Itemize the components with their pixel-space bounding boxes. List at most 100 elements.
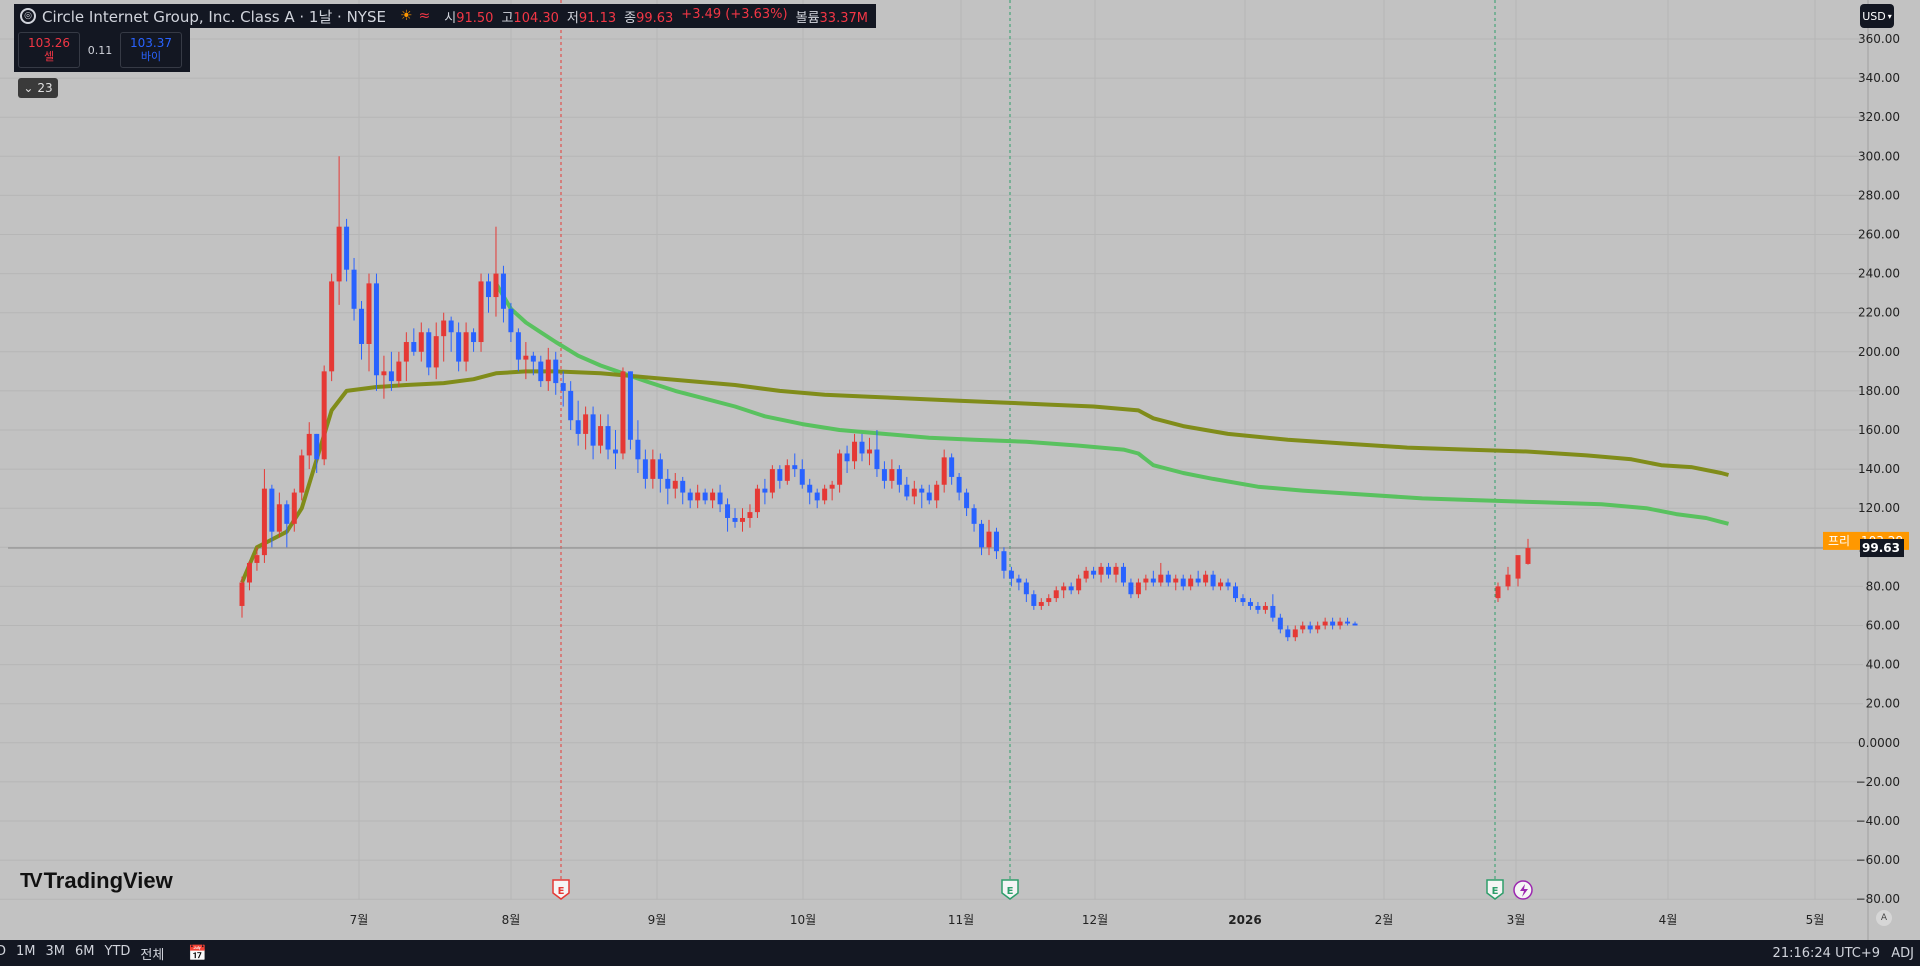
- currency-button[interactable]: USD ▾: [1860, 4, 1894, 28]
- buy-button[interactable]: 103.37 바이: [120, 32, 182, 68]
- x-axis-label: 9월: [648, 913, 667, 927]
- candle: [500, 273, 506, 309]
- range-all[interactable]: 전체: [140, 944, 164, 963]
- indicators-toggle[interactable]: ⌄ 23: [18, 78, 58, 98]
- candle: [1525, 548, 1531, 564]
- last-price-label: 99.63: [1862, 541, 1900, 555]
- candle: [261, 488, 267, 556]
- candle: [635, 439, 641, 460]
- candle: [784, 465, 790, 481]
- candle: [291, 492, 297, 524]
- symbol-header[interactable]: ◎ Circle Internet Group, Inc. Class A · …: [14, 4, 876, 28]
- candle: [919, 488, 925, 493]
- candle: [620, 371, 626, 454]
- candle: [411, 342, 417, 352]
- candle: [1120, 566, 1126, 583]
- candle: [1083, 570, 1089, 579]
- y-axis-label: 0.0000: [1858, 736, 1900, 750]
- candle: [1150, 578, 1156, 583]
- auto-scale-button[interactable]: A: [1876, 910, 1892, 926]
- candle: [1225, 582, 1231, 587]
- y-axis-label: 140.00: [1858, 462, 1900, 476]
- candle: [1203, 574, 1209, 583]
- range-1m[interactable]: 1M: [16, 944, 36, 963]
- x-axis-label: 7월: [350, 913, 369, 927]
- bottom-toolbar: D 1M 3M 6M YTD 전체 📅 21:16:24 UTC+9 ADJ: [0, 940, 1920, 966]
- candle: [269, 488, 275, 532]
- candle: [866, 449, 872, 454]
- candle: [672, 480, 678, 489]
- range-ytd[interactable]: YTD: [105, 944, 131, 963]
- candle: [896, 469, 902, 485]
- candle: [1277, 617, 1283, 630]
- range-6m[interactable]: 6M: [75, 944, 95, 963]
- candle: [1270, 605, 1276, 618]
- sell-button[interactable]: 103.26 셀: [18, 32, 80, 68]
- candle: [814, 492, 820, 501]
- candle: [314, 433, 320, 460]
- candle: [702, 492, 708, 501]
- y-axis-label: 40.00: [1866, 658, 1900, 672]
- candle: [1128, 582, 1134, 595]
- y-axis-label: 280.00: [1858, 188, 1900, 202]
- candle: [1061, 586, 1067, 591]
- candle: [254, 555, 260, 563]
- candle: [799, 469, 805, 485]
- ohlc-values: 시91.50 고104.30 저91.13 종99.63 +3.49 (+3.6…: [444, 6, 868, 26]
- candle: [680, 480, 686, 493]
- candle: [665, 478, 671, 489]
- y-axis-label: 360.00: [1858, 32, 1900, 46]
- candle: [874, 449, 880, 470]
- y-axis-label: 20.00: [1866, 697, 1900, 711]
- candle: [321, 371, 327, 460]
- candle: [1135, 582, 1141, 595]
- candle: [403, 342, 409, 362]
- indicators-count: 23: [37, 81, 53, 95]
- price-chart[interactable]: 7월 8월 9월 10월 11월 12월 2026 2월 3월 4월 5월 E E E 360.00 340.…: [0, 0, 1920, 966]
- candle: [1165, 574, 1171, 583]
- candle: [329, 281, 335, 372]
- candle: [1262, 605, 1268, 610]
- candle: [1330, 621, 1336, 626]
- candle: [1016, 578, 1022, 583]
- candle: [545, 359, 551, 382]
- candle: [1352, 623, 1358, 626]
- volume-value: 33.37M: [819, 10, 868, 26]
- candle: [1188, 578, 1194, 587]
- candle: [471, 332, 477, 343]
- range-d[interactable]: D: [0, 944, 6, 963]
- range-3m[interactable]: 3M: [46, 944, 66, 963]
- candle: [844, 453, 850, 462]
- candle: [792, 465, 798, 470]
- x-axis-label: 4월: [1659, 913, 1678, 927]
- candle: [568, 390, 574, 421]
- trade-panel: 103.26 셀 0.11 103.37 바이: [14, 28, 190, 72]
- tradingview-mark-icon: TV: [20, 869, 42, 892]
- candle: [418, 332, 424, 352]
- tradingview-logo[interactable]: TV TradingView: [20, 868, 173, 894]
- candle: [1046, 598, 1052, 603]
- candle: [381, 371, 387, 376]
- candle: [1210, 574, 1216, 587]
- candle: [1515, 555, 1521, 579]
- clock[interactable]: 21:16:24 UTC+9: [1773, 946, 1880, 961]
- candle: [1195, 578, 1201, 583]
- candle: [538, 361, 544, 382]
- y-axis-label: 240.00: [1858, 267, 1900, 281]
- open-value: 91.50: [456, 10, 494, 26]
- candle: [1038, 602, 1044, 606]
- candle: [478, 281, 484, 343]
- x-axis-label: 11월: [948, 913, 974, 927]
- candle: [448, 320, 454, 333]
- y-axis-label: 180.00: [1858, 384, 1900, 398]
- candle: [605, 426, 611, 450]
- adj-toggle[interactable]: ADJ: [1891, 946, 1914, 961]
- calendar-icon[interactable]: 📅: [188, 944, 207, 962]
- y-axis-label: −40.00: [1856, 814, 1900, 828]
- circle-logo-icon: ◎: [20, 8, 36, 24]
- candle: [1495, 586, 1501, 599]
- y-axis-label: 120.00: [1858, 501, 1900, 515]
- candle: [1233, 586, 1239, 599]
- chart-background: [0, 0, 1920, 940]
- candle: [388, 371, 394, 382]
